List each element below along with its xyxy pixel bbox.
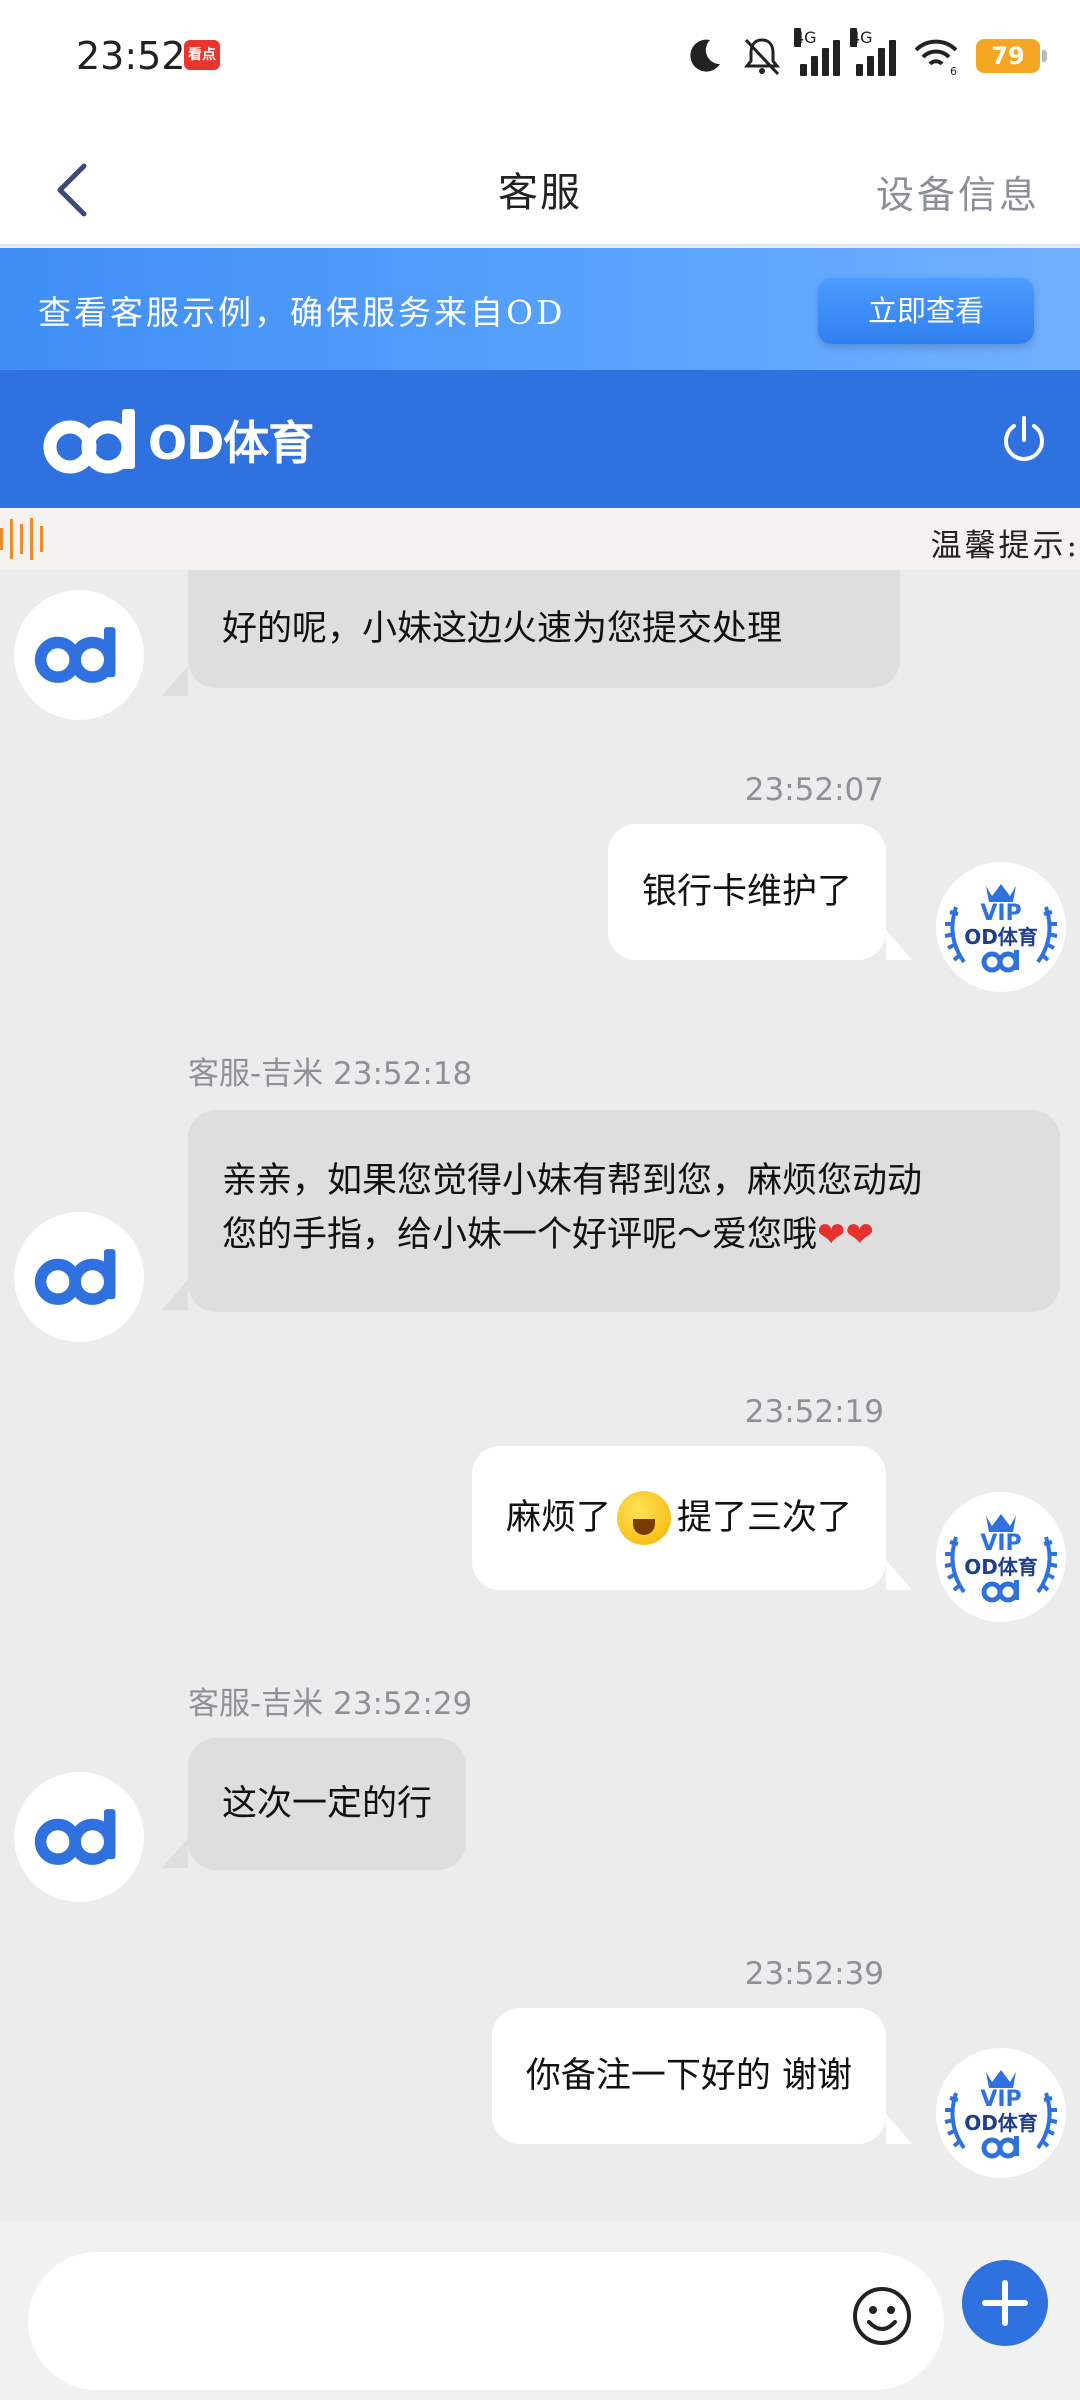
- message-sender-time: 客服-吉米 23:52:18: [188, 1056, 473, 1092]
- input-bar: [0, 2222, 1080, 2400]
- status-icons: 4G 4G 6 79: [684, 28, 1047, 84]
- vip-badge-icon: VIP OD体育: [944, 1514, 1058, 1603]
- svg-text:VIP: VIP: [980, 901, 1021, 926]
- svg-text:OD体育: OD体育: [964, 1555, 1038, 1579]
- bubble-tail: [162, 1838, 188, 1868]
- notice-banner: 查看客服示例，确保服务来自OD 立即查看: [0, 248, 1080, 370]
- bell-muted-icon: [743, 38, 781, 76]
- od-logo-icon: [34, 1249, 116, 1305]
- moon-icon: [690, 39, 720, 72]
- svg-text:6: 6: [950, 65, 957, 76]
- vip-user-avatar[interactable]: VIP OD体育: [936, 2048, 1066, 2178]
- svg-text:VIP: VIP: [980, 2087, 1021, 2112]
- marquee-text: 温馨提示:: [930, 528, 1080, 564]
- wifi-icon: 6: [914, 39, 958, 76]
- brand-name: OD体育: [148, 416, 314, 470]
- bubble-tail: [886, 2114, 912, 2144]
- bubble-tail: [162, 666, 188, 696]
- message-bubble-user[interactable]: 麻烦了 提了三次了: [471, 1446, 886, 1590]
- agent-avatar[interactable]: [14, 1772, 144, 1902]
- agent-avatar[interactable]: [14, 1212, 144, 1342]
- sound-wave-icon: [0, 518, 43, 560]
- battery-indicator: 79: [976, 39, 1047, 73]
- message-text: 你备注一下好的 谢谢: [525, 2056, 852, 2096]
- od-logo-icon: [34, 627, 116, 683]
- od-logo-icon: [43, 409, 135, 474]
- message-text: 提了三次了: [676, 1498, 852, 1538]
- bubble-tail: [162, 1280, 188, 1310]
- message-input[interactable]: [28, 2252, 944, 2390]
- message-bubble-agent[interactable]: 亲亲，如果您觉得小妹有帮到您，麻烦您动动 您的手指，给小妹一个好评呢～爱您哦❤❤: [188, 1110, 1060, 1312]
- agent-avatar[interactable]: [14, 590, 144, 720]
- message-time: 23:52:39: [744, 1956, 884, 1992]
- status-bar: 23:52 看点 4G 4G 6 79: [0, 0, 1080, 115]
- bubble-tail: [886, 930, 912, 960]
- smiley-icon[interactable]: [850, 2284, 914, 2348]
- svg-text:OD体育: OD体育: [964, 925, 1038, 949]
- signal-2-icon: 4G: [850, 28, 896, 76]
- od-logo-icon: [34, 1809, 116, 1865]
- device-info-link[interactable]: 设备信息: [876, 164, 1040, 219]
- top-bar: 23:52 看点 4G 4G 6 79 客服 设备信息: [0, 0, 1080, 246]
- message-text: 好的呢，小妹这边火速为您提交处理: [222, 609, 783, 649]
- plus-button[interactable]: [962, 2260, 1048, 2346]
- vip-user-avatar[interactable]: VIP OD体育: [936, 1492, 1066, 1622]
- crying-face-icon: [616, 1491, 671, 1545]
- power-icon[interactable]: [998, 414, 1050, 466]
- vip-badge-icon: VIP OD体育: [944, 2070, 1058, 2159]
- message-bubble-agent[interactable]: 好的呢，小妹这边火速为您提交处理: [188, 570, 900, 688]
- svg-text:OD体育: OD体育: [964, 2111, 1038, 2135]
- vip-badge-icon: VIP OD体育: [944, 884, 1058, 973]
- message-bubble-user[interactable]: 你备注一下好的 谢谢: [491, 2008, 886, 2144]
- signal-1-icon: 4G: [794, 28, 840, 76]
- message-text-line: 您的手指，给小妹一个好评呢～爱您哦❤❤: [222, 1215, 874, 1255]
- message-time: 23:52:19: [744, 1394, 884, 1430]
- vip-user-avatar[interactable]: VIP OD体育: [936, 862, 1066, 992]
- heart-icon: ❤❤: [817, 1215, 874, 1255]
- notice-text: 查看客服示例，确保服务来自OD: [38, 293, 566, 332]
- brand-header: OD体育: [0, 370, 1080, 508]
- chat-area[interactable]: 好的呢，小妹这边火速为您提交处理 23:52:07 银行卡维护了 VIP OD体…: [0, 570, 1080, 2220]
- brand-logo: OD体育: [42, 402, 314, 478]
- news-app-icon: 看点: [184, 40, 220, 70]
- nav-bar: 客服 设备信息: [0, 140, 1080, 246]
- marquee-notice: 温馨提示:: [0, 508, 1080, 570]
- status-time: 23:52: [76, 34, 186, 78]
- message-bubble-user[interactable]: 银行卡维护了: [607, 824, 886, 960]
- message-text-line: 亲亲，如果您觉得小妹有帮到您，麻烦您动动: [222, 1161, 923, 1201]
- message-text: 这次一定的行: [222, 1784, 433, 1824]
- message-sender-time: 客服-吉米 23:52:29: [188, 1686, 473, 1722]
- svg-text:VIP: VIP: [980, 1531, 1021, 1556]
- message-text: 麻烦了: [505, 1498, 611, 1538]
- message-text: 银行卡维护了: [641, 872, 852, 912]
- view-now-button[interactable]: 立即查看: [818, 278, 1034, 344]
- message-bubble-agent[interactable]: 这次一定的行: [188, 1738, 467, 1870]
- message-time: 23:52:07: [744, 772, 884, 808]
- bubble-tail: [886, 1560, 912, 1590]
